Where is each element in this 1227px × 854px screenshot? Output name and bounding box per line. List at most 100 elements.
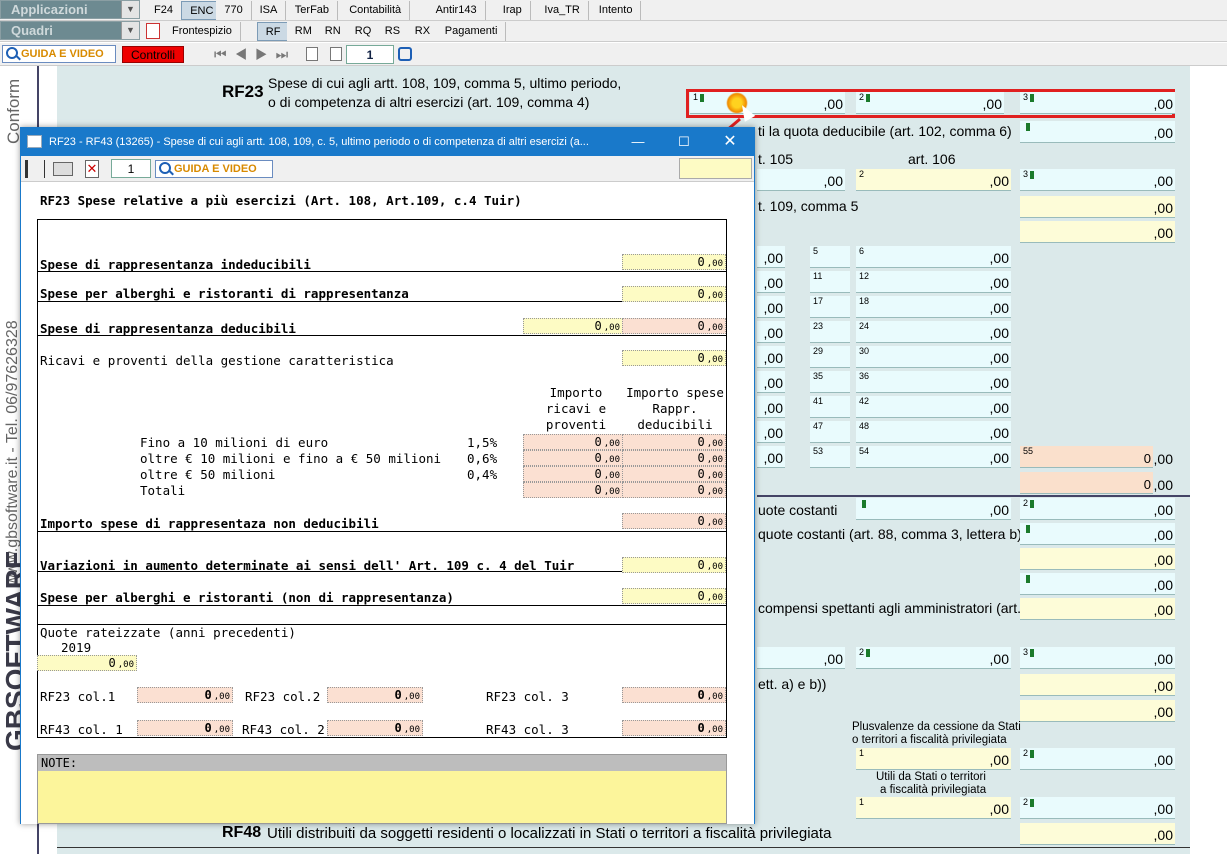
grid-cell[interactable]: 53	[810, 446, 850, 468]
app-tab-terfab[interactable]: TerFab	[286, 1, 339, 20]
quadro-tab-rf[interactable]: RF	[256, 22, 290, 41]
quadro-tab-rm[interactable]: RM	[286, 22, 321, 41]
grid-cell[interactable]: 30,00	[856, 346, 1011, 368]
grid-cell[interactable]: 11	[810, 271, 850, 293]
app-tab-f24[interactable]: F24	[146, 1, 182, 20]
page-number-field[interactable]: 1	[346, 45, 394, 64]
rf35-field[interactable]: ,00	[1020, 598, 1175, 620]
grid-cell[interactable]: ,00	[757, 271, 785, 293]
grid-cell[interactable]: ,00	[757, 296, 785, 318]
quadro-tab-pagamenti[interactable]: Pagamenti	[436, 22, 507, 41]
rf27-field[interactable]: ,00	[1020, 221, 1175, 243]
chevron-down-icon[interactable]: ▼	[121, 1, 139, 18]
rf23-col2[interactable]: 2,00	[856, 92, 1004, 114]
rf-total[interactable]: 0	[1020, 472, 1153, 494]
grid-cell[interactable]: 36,00	[856, 371, 1011, 393]
rf36-col1[interactable]: ,00	[757, 647, 845, 669]
app-tab-intento[interactable]: Intento	[590, 1, 642, 20]
rf40-col2[interactable]: 2,00	[1020, 797, 1175, 819]
grid-cell[interactable]: 5	[810, 246, 850, 268]
quadro-tab-rx[interactable]: RX	[406, 22, 440, 41]
app-tab-antir143[interactable]: Antir143	[427, 1, 486, 20]
ded-field1[interactable]: 0,00	[523, 318, 623, 334]
grid-cell[interactable]: 41	[810, 396, 850, 418]
rf-col55[interactable]: 55 0	[1020, 446, 1153, 468]
grid-cell[interactable]: ,00	[757, 371, 785, 393]
rf25-col3[interactable]: 3,00	[1020, 169, 1175, 191]
rf31-col2[interactable]: 2,00	[1020, 498, 1175, 520]
rf39-col2[interactable]: 2,00	[1020, 748, 1175, 770]
rf23-col3[interactable]: 3,00	[1020, 92, 1175, 114]
goto-page-icon[interactable]	[398, 47, 412, 61]
rf48-field[interactable]: ,00	[1020, 823, 1175, 845]
notes-area[interactable]: NOTE:	[37, 754, 727, 824]
grid-cell[interactable]: 48,00	[856, 421, 1011, 443]
popup-page-field[interactable]: 1	[111, 159, 151, 178]
controlli-button[interactable]: Controlli	[122, 46, 184, 63]
rf33-field[interactable]: ,00	[1020, 548, 1175, 570]
grid-cell[interactable]: 54,00	[856, 446, 1011, 468]
grid-cell[interactable]: ,00	[757, 346, 785, 368]
rf25-col1[interactable]: ,00	[757, 169, 845, 191]
guida-video-button[interactable]: GUIDA E VIDEO	[2, 45, 116, 63]
page-nav-icons[interactable]: ⏮◀▶⏭	[214, 46, 296, 63]
quadro-tab-rs[interactable]: RS	[376, 22, 410, 41]
ric-field[interactable]: 0,00	[622, 350, 726, 366]
rf26-field[interactable]: ,00	[1020, 196, 1175, 218]
app-tab-irap[interactable]: Irap	[494, 1, 531, 20]
grid-cell[interactable]: ,00	[757, 246, 785, 268]
grid-cell[interactable]: 29	[810, 346, 850, 368]
grid-cell[interactable]: 23	[810, 321, 850, 343]
delete-icon[interactable]: ✕	[85, 160, 99, 178]
rf37-field[interactable]: ,00	[1020, 674, 1175, 696]
ind-field[interactable]: 0,00	[622, 254, 726, 270]
grid-cell[interactable]: 17	[810, 296, 850, 318]
minimize-icon[interactable]: —	[615, 128, 661, 156]
copy-icon[interactable]	[306, 47, 318, 61]
rf32-field[interactable]: ,00	[1020, 523, 1175, 545]
grid-cell[interactable]: ,00	[757, 446, 785, 468]
applicazioni-combo[interactable]: Applicazioni ▼	[0, 0, 140, 19]
grid-cell[interactable]: 18,00	[856, 296, 1011, 318]
quote-2019-field[interactable]: 0,00	[37, 655, 137, 671]
rf31-col1[interactable]: ,00	[856, 498, 1011, 520]
grid-cell[interactable]: 24,00	[856, 321, 1011, 343]
grid-cell[interactable]: 42,00	[856, 396, 1011, 418]
rf38-field[interactable]: ,00	[1020, 700, 1175, 722]
close-icon[interactable]: ✕	[707, 128, 753, 156]
alb-field[interactable]: 0,00	[622, 286, 726, 302]
quadro-tab-frontespizio[interactable]: Frontespizio	[164, 22, 241, 41]
app-tab-isa[interactable]: ISA	[251, 1, 287, 20]
quadro-tab-rq[interactable]: RQ	[346, 22, 381, 41]
quadro-tab-rn[interactable]: RN	[316, 22, 350, 41]
rf36-col3[interactable]: 3,00	[1020, 647, 1175, 669]
app-tab-contabilit-[interactable]: Contabilità	[341, 1, 411, 20]
rf36-col2[interactable]: 2,00	[856, 647, 1011, 669]
exit-icon[interactable]	[25, 160, 45, 178]
rf25-col2[interactable]: 2,00	[856, 169, 1011, 191]
grid-cell[interactable]: ,00	[757, 396, 785, 418]
grid-cell[interactable]: 12,00	[856, 271, 1011, 293]
app-tab-iva-tr[interactable]: Iva_TR	[536, 1, 589, 20]
delete-page-icon[interactable]	[330, 47, 342, 61]
alb2-field[interactable]: 0,00	[622, 588, 726, 604]
rf34-field[interactable]: ,00	[1020, 573, 1175, 595]
print-icon[interactable]	[53, 162, 73, 176]
pdf-icon[interactable]	[146, 23, 160, 39]
rf23c2-field: 0,00	[327, 687, 423, 703]
grid-cell[interactable]: 6,00	[856, 246, 1011, 268]
maximize-icon[interactable]: ☐	[661, 128, 707, 156]
grid-cell[interactable]: 47	[810, 421, 850, 443]
chevron-down-icon[interactable]: ▼	[121, 22, 139, 39]
quadri-combo[interactable]: Quadri ▼	[0, 21, 140, 40]
rf24-field[interactable]: ,00	[1020, 121, 1175, 143]
app-tab-770[interactable]: 770	[216, 1, 252, 20]
var-field[interactable]: 0,00	[622, 557, 726, 573]
grid-cell[interactable]: ,00	[757, 321, 785, 343]
popup-guida-video-button[interactable]: GUIDA E VIDEO	[155, 160, 273, 178]
rf23-col1[interactable]: 1,00	[690, 92, 845, 114]
grid-cell[interactable]: ,00	[757, 421, 785, 443]
grid-cell[interactable]: 35	[810, 371, 850, 393]
rf40-col1[interactable]: 1,00	[856, 797, 1011, 819]
rf39-col1[interactable]: 1,00	[856, 748, 1011, 770]
